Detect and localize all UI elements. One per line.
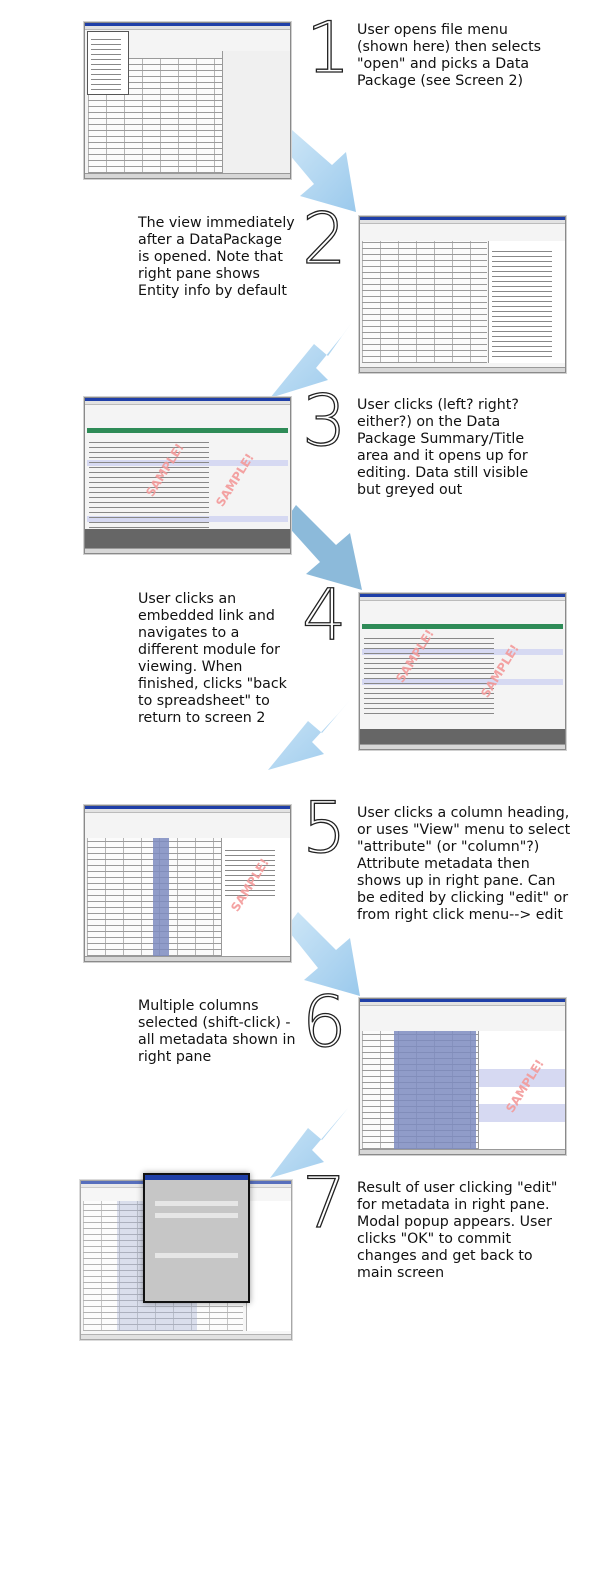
step-number: 3 xyxy=(301,380,347,462)
step-number: 4 xyxy=(301,574,347,656)
screenshot-6: SAMPLE! xyxy=(359,998,566,1155)
step-number: 2 xyxy=(301,198,347,280)
step-number: 5 xyxy=(301,787,347,869)
modal-popup xyxy=(143,1173,250,1303)
step-description: The view immediately after a DataPackage… xyxy=(138,215,295,299)
step-description: User clicks a column heading, or uses "V… xyxy=(357,805,571,923)
file-menu xyxy=(87,31,129,95)
screenshot-1 xyxy=(84,22,291,179)
step-description: Multiple columns selected (shift-click) … xyxy=(138,998,296,1065)
step-description: User opens file menu (shown here) then s… xyxy=(357,22,542,89)
step-description: User clicks (left? right? either?) on th… xyxy=(357,397,529,498)
step-number: 6 xyxy=(301,981,347,1063)
selected-column xyxy=(153,838,169,956)
screenshot-4: SAMPLE! SAMPLE! xyxy=(359,593,566,750)
screenshot-3: SAMPLE! SAMPLE! xyxy=(84,397,291,554)
screenshot-5: SAMPLE! xyxy=(84,805,291,962)
step-number: 1 xyxy=(305,7,351,89)
selected-columns xyxy=(394,1031,476,1149)
step-description: User clicks an embedded link and navigat… xyxy=(138,591,287,726)
step-description: Result of user clicking "edit" for metad… xyxy=(357,1180,558,1281)
step-number: 7 xyxy=(301,1162,347,1244)
screenshot-2 xyxy=(359,216,566,373)
